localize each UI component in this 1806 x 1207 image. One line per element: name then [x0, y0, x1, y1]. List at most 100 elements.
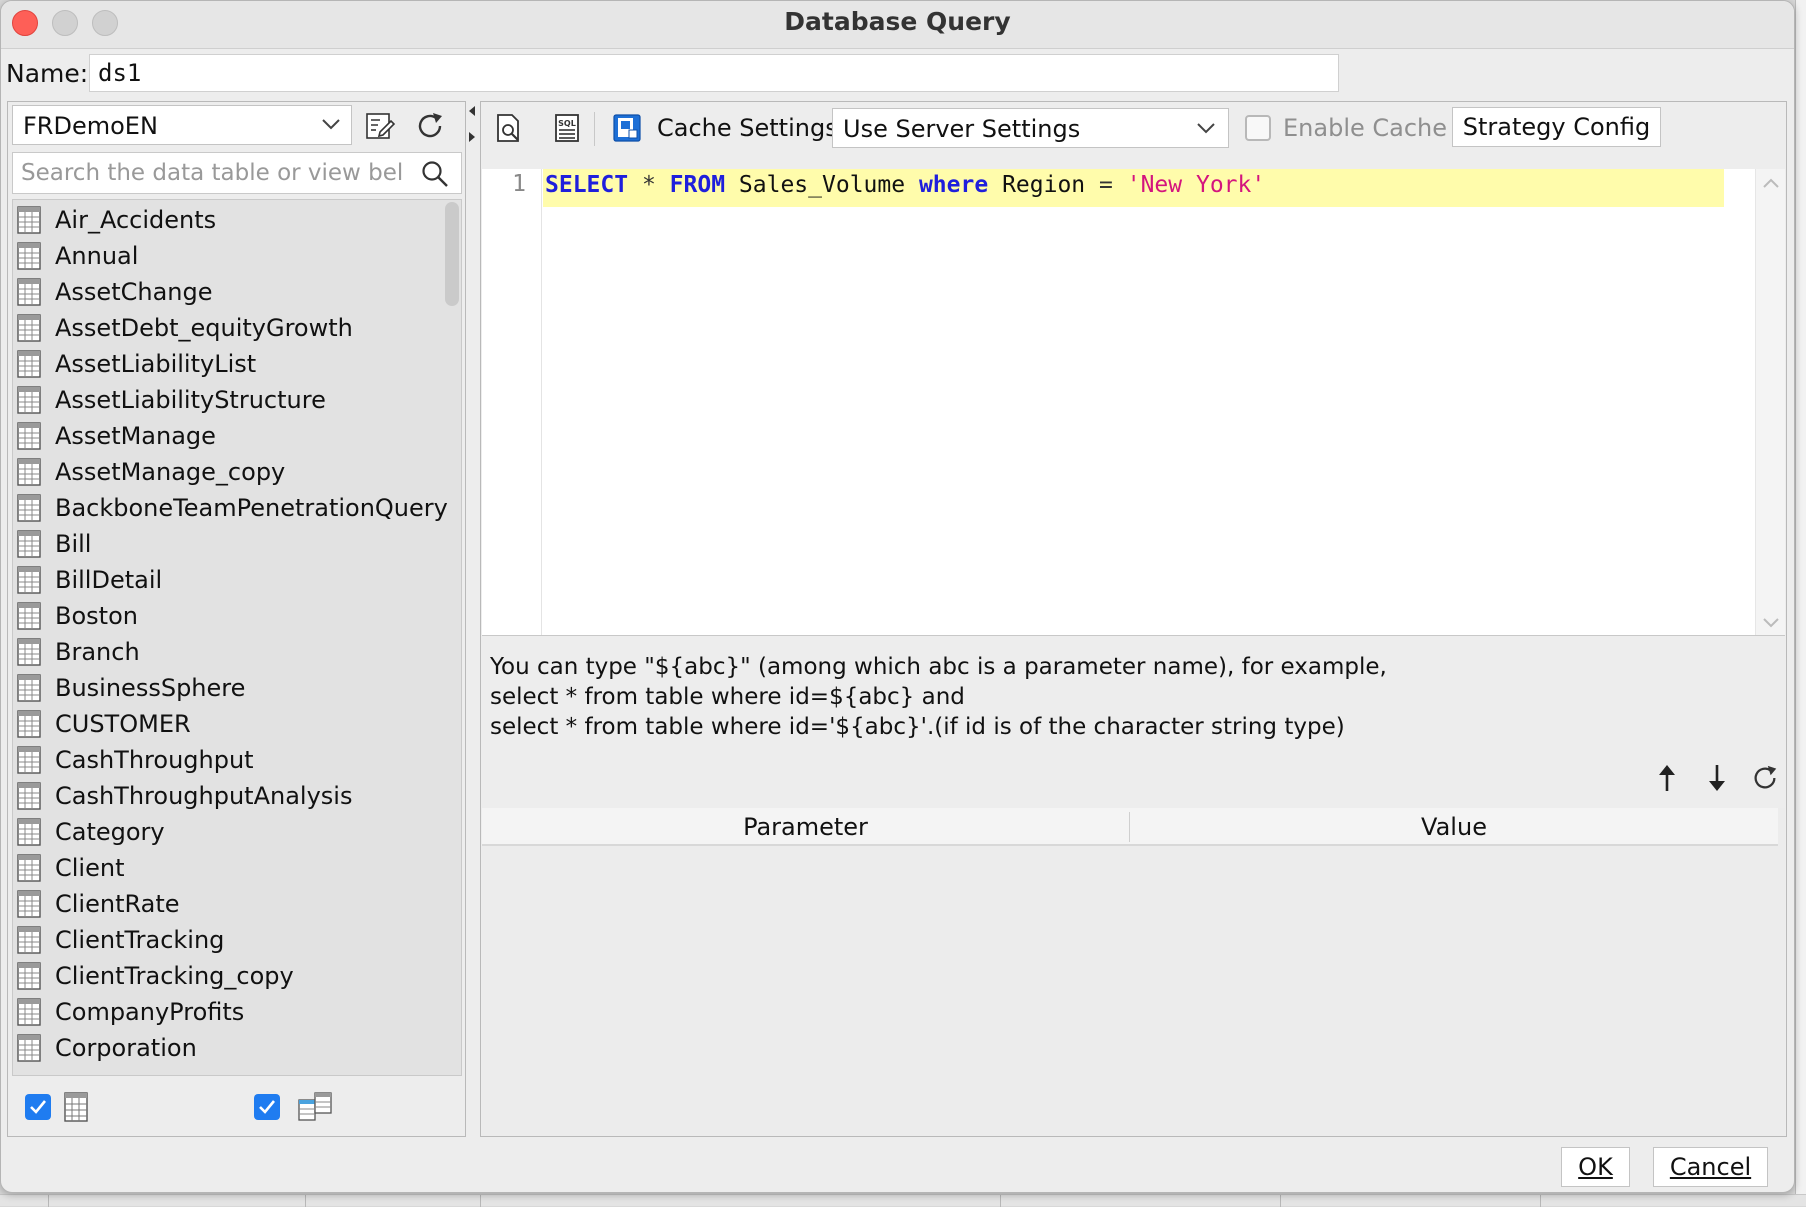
view-icon [298, 1092, 332, 1121]
table-list-item[interactable]: Branch [17, 634, 447, 670]
strategy-config-button[interactable]: Strategy Config [1452, 107, 1661, 147]
scroll-down-icon[interactable] [1762, 617, 1780, 629]
table-search-input[interactable] [19, 157, 414, 189]
cache-settings-label: Cache Settings [657, 114, 838, 142]
show-tables-checkbox[interactable] [25, 1094, 51, 1120]
table-name: ClientTracking [55, 926, 225, 954]
name-label: Name: [6, 59, 89, 88]
line-number: 1 [512, 171, 526, 197]
hint-line: select * from table where id='${abc}'.(i… [490, 714, 1345, 740]
table-search[interactable] [12, 152, 462, 194]
move-up-button[interactable] [1651, 760, 1683, 796]
enable-cache-box[interactable] [1245, 115, 1271, 141]
table-icon [64, 1092, 88, 1122]
ok-button[interactable]: OK [1561, 1147, 1630, 1187]
table-list-item[interactable]: AssetManage [17, 418, 447, 454]
table-name: Client [55, 854, 125, 882]
table-icon [17, 710, 41, 738]
table-name: Annual [55, 242, 139, 270]
name-input[interactable]: ds1 [89, 54, 1339, 92]
show-views-checkbox[interactable] [254, 1094, 280, 1120]
table-name: AssetManage_copy [55, 458, 286, 486]
table-name: Boston [55, 602, 138, 630]
database-query-dialog: Database Query Name: ds1 FRDemoEN Search… [0, 0, 1795, 1193]
cache-mode-select[interactable]: Use Server Settings [832, 108, 1229, 148]
enable-cache-checkbox[interactable]: Enable Cache [1245, 114, 1447, 142]
background-window-bottom [0, 1194, 1806, 1207]
table-list-item[interactable]: CashThroughput [17, 742, 447, 778]
line-number-gutter: 1 [482, 169, 542, 635]
hint-line: select * from table where id=${abc} and [490, 684, 965, 710]
table-list[interactable]: Corporation CompanyProfits ClientTracking_… [12, 199, 462, 1076]
parameter-table-header: Parameter Value [482, 808, 1778, 846]
move-down-button[interactable] [1701, 760, 1733, 796]
table-list-item[interactable]: CashThroughputAnalysis [17, 778, 447, 814]
refresh-parameters-button[interactable] [1749, 760, 1781, 796]
cancel-button[interactable]: Cancel [1653, 1147, 1768, 1187]
table-list-item[interactable]: Client [17, 850, 447, 886]
sql-button[interactable]: SQL [545, 106, 589, 150]
table-icon [17, 674, 41, 702]
table-list-item[interactable]: BackboneTeamPenetrationQuery [17, 490, 448, 526]
table-icon [17, 962, 41, 990]
database-select[interactable]: FRDemoEN [12, 105, 352, 145]
parameter-table[interactable]: Parameter Value [482, 808, 1785, 1136]
sql-keyword: FROM [669, 172, 726, 198]
refresh-icon [1754, 765, 1777, 789]
table-icon [17, 566, 41, 594]
table-list-item[interactable]: BusinessSphere [17, 670, 447, 706]
table-list-item[interactable]: Category [17, 814, 447, 850]
column-header-parameter[interactable]: Parameter [482, 808, 1129, 846]
table-list-item[interactable]: AssetLiabilityList [17, 346, 447, 382]
table-list-item[interactable]: CUSTOMER [17, 706, 447, 742]
table-icon [17, 242, 41, 270]
table-icon [17, 926, 41, 954]
cache-icon [613, 114, 641, 142]
table-icon [17, 1034, 41, 1062]
table-list-item[interactable]: AssetLiabilityStructure [17, 382, 447, 418]
table-icon [17, 314, 41, 342]
table-list-item[interactable]: Boston [17, 598, 447, 634]
chevron-down-icon [1197, 123, 1215, 134]
splitter-arrows-icon[interactable] [468, 104, 476, 144]
cache-settings-icon-button[interactable] [605, 106, 649, 150]
background-window-edge [1795, 0, 1806, 1206]
table-list-item[interactable]: CompanyProfits [17, 994, 447, 1030]
table-list-item[interactable]: AssetManage_copy [17, 454, 447, 490]
chevron-down-icon [322, 119, 340, 130]
table-icon [17, 818, 41, 846]
preview-button[interactable] [487, 106, 531, 150]
column-header-value[interactable]: Value [1130, 808, 1778, 846]
sql-code-line[interactable]: SELECT * FROM Sales_Volume where Region … [543, 169, 1724, 207]
table-name: Air_Accidents [55, 206, 217, 234]
database-select-value: FRDemoEN [23, 112, 158, 140]
table-name: CashThroughputAnalysis [55, 782, 353, 810]
refresh-tables-button[interactable] [408, 104, 452, 148]
table-name: Branch [55, 638, 140, 666]
table-name: CUSTOMER [55, 710, 191, 738]
table-list-item[interactable]: ClientTracking_copy [17, 958, 447, 994]
table-list-item[interactable]: Bill [17, 526, 447, 562]
sql-editor[interactable]: 1 SELECT * FROM Sales_Volume where Regio… [482, 169, 1785, 636]
table-name: ClientTracking_copy [55, 962, 294, 990]
table-list-item[interactable]: AssetChange [17, 274, 447, 310]
editor-scrollbar[interactable] [1755, 169, 1785, 635]
table-list-scrollbar[interactable] [445, 202, 459, 306]
table-name: AssetManage [55, 422, 216, 450]
edit-connection-icon [366, 113, 396, 139]
scroll-up-icon[interactable] [1762, 177, 1780, 189]
table-icon [17, 854, 41, 882]
table-name: AssetDebt_equityGrowth [55, 314, 353, 342]
table-list-item[interactable]: ClientTracking [17, 922, 447, 958]
table-list-item[interactable]: Annual [17, 238, 447, 274]
table-icon [17, 638, 41, 666]
table-list-item[interactable]: ClientRate [17, 886, 447, 922]
table-list-item[interactable]: BillDetail [17, 562, 447, 598]
table-list-item[interactable]: Air_Accidents [17, 202, 447, 238]
table-name: Corporation [55, 1034, 197, 1062]
sql-keyword: SELECT [545, 172, 629, 198]
edit-connection-button[interactable] [358, 104, 402, 148]
table-list-item[interactable]: AssetDebt_equityGrowth [17, 310, 447, 346]
table-icon [17, 746, 41, 774]
table-list-item[interactable]: Corporation [17, 1030, 447, 1066]
